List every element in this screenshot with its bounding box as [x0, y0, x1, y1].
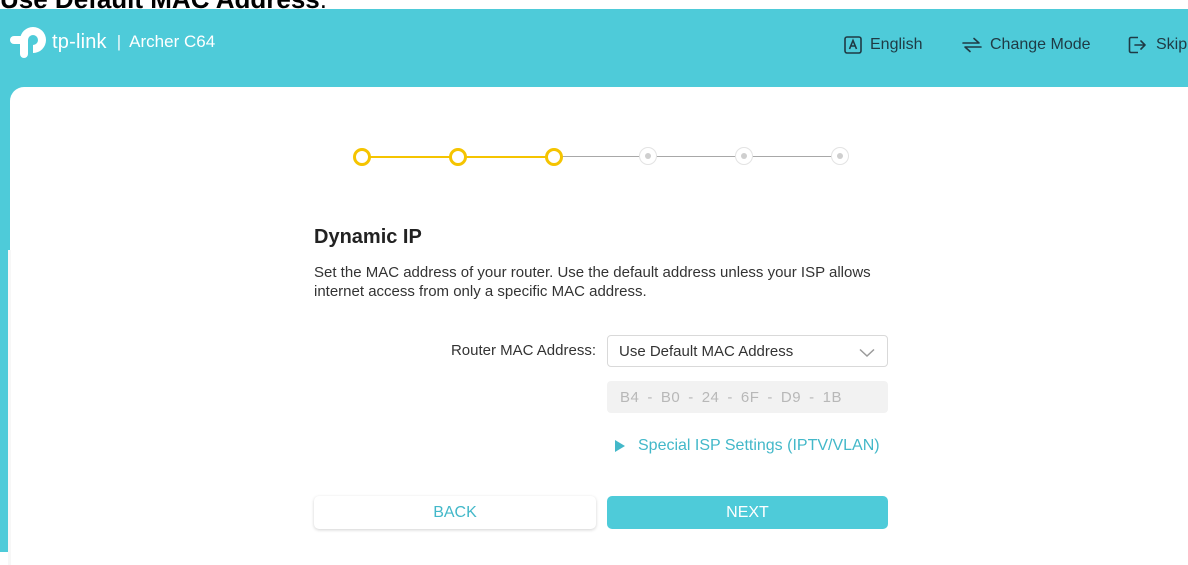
mac-separator: - [647, 388, 653, 406]
exit-icon [1128, 36, 1148, 54]
skip-button[interactable]: Skip [1128, 36, 1187, 54]
change-mode-label: Change Mode [990, 36, 1091, 53]
step-1-complete [353, 148, 371, 166]
skip-label: Skip [1156, 36, 1188, 53]
tp-link-logo-icon [10, 27, 46, 58]
triangle-right-icon [614, 439, 626, 453]
main-card [10, 87, 1188, 565]
step-5-pending [735, 147, 753, 165]
language-button[interactable]: English [844, 36, 922, 54]
page-description: Set the MAC address of your router. Use … [314, 264, 871, 300]
mac-separator: - [727, 388, 733, 406]
step-connector [368, 156, 452, 158]
mac-address-selected-value: Use Default MAC Address [619, 342, 794, 360]
page-title: Dynamic IP [314, 226, 422, 248]
step-3-current [545, 148, 563, 166]
change-mode-icon [962, 37, 982, 53]
mac-address-label: Router MAC Address: [450, 342, 596, 359]
step-connector [464, 156, 548, 158]
logo: tp-link | Archer C64 [10, 26, 215, 58]
mac-separator: - [767, 388, 773, 406]
brand-separator: | [116, 32, 122, 51]
mac-address-field: B4 - B0 - 24 - 6F - D9 - 1B [607, 381, 888, 413]
mac-separator: - [809, 388, 815, 406]
brand-name: tp-link [52, 30, 107, 53]
mac-octet: D9 [780, 388, 802, 406]
step-connector [752, 156, 832, 157]
mac-octet: B0 [660, 388, 681, 406]
next-button[interactable]: NEXT [607, 496, 888, 529]
special-isp-settings-label: Special ISP Settings (IPTV/VLAN) [638, 437, 880, 454]
change-mode-button[interactable]: Change Mode [962, 36, 1091, 54]
mac-address-dropdown[interactable]: Use Default MAC Address [607, 335, 888, 367]
left-divider [8, 250, 11, 565]
mac-octet: 24 [701, 388, 720, 406]
language-label: English [870, 36, 923, 53]
step-2-complete [449, 148, 467, 166]
mac-separator: - [688, 388, 694, 406]
step-connector [560, 156, 640, 157]
mac-octet: B4 [620, 388, 640, 406]
special-isp-settings-toggle[interactable]: Special ISP Settings (IPTV/VLAN) [614, 437, 880, 455]
mac-octet: 6F [740, 388, 760, 406]
mac-octet: 1B [822, 388, 842, 406]
step-connector [656, 156, 736, 157]
chevron-down-icon [859, 345, 875, 362]
back-button[interactable]: BACK [314, 496, 596, 529]
model-name: Archer C64 [129, 32, 216, 51]
step-4-pending [639, 147, 657, 165]
language-icon [844, 36, 862, 54]
step-6-pending [831, 147, 849, 165]
